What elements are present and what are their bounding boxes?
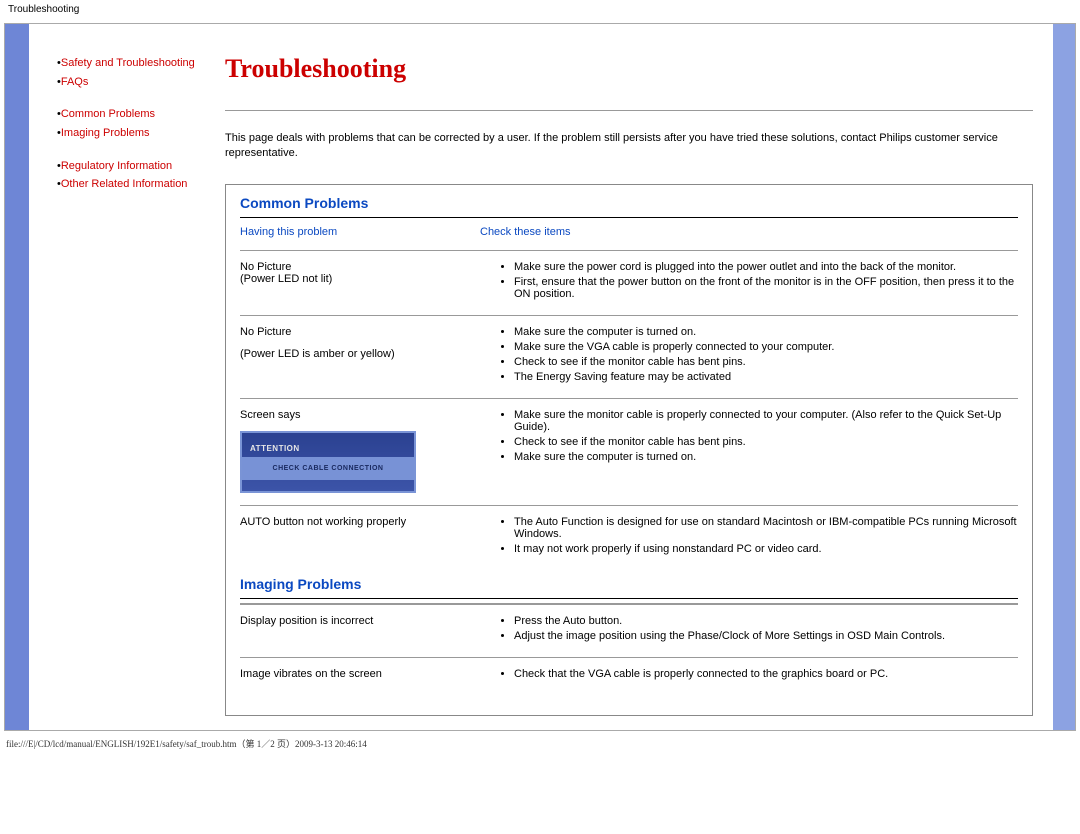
sidebar-item-faqs[interactable]: •FAQs (57, 73, 217, 92)
problem-line: (Power LED is amber or yellow) (240, 348, 480, 360)
table-row: No Picture (Power LED is amber or yellow… (240, 315, 1018, 398)
browser-tab-title: Troubleshooting (0, 0, 1080, 19)
right-accent-stripe (1053, 24, 1075, 730)
check-item: Make sure the power cord is plugged into… (514, 261, 1018, 273)
problem-line: (Power LED not lit) (240, 273, 480, 285)
imaging-heading: Imaging Problems (240, 576, 1018, 592)
sidebar-group-1: •Safety and Troubleshooting •FAQs (57, 54, 217, 91)
col-header-problem: Having this problem (240, 226, 480, 238)
checks-cell: Check that the VGA cable is properly con… (480, 668, 1018, 683)
content-area: •Safety and Troubleshooting •FAQs •Commo… (29, 24, 1053, 730)
title-rule (225, 110, 1033, 111)
col-header-checks: Check these items (480, 226, 1018, 238)
check-item: Make sure the VGA cable is properly conn… (514, 341, 1018, 353)
left-accent-stripe (5, 24, 29, 730)
problem-cell: Screen says ATTENTION CHECK CABLE CONNEC… (240, 409, 480, 493)
problem-cell: Display position is incorrect (240, 615, 480, 645)
check-item: Check to see if the monitor cable has be… (514, 356, 1018, 368)
table-row: No Picture (Power LED not lit) Make sure… (240, 250, 1018, 315)
table-row: Display position is incorrect Press the … (240, 604, 1018, 657)
check-item: First, ensure that the power button on t… (514, 276, 1018, 300)
table-row: Image vibrates on the screen Check that … (240, 657, 1018, 695)
check-item: Check to see if the monitor cable has be… (514, 436, 1018, 448)
table-header-row: Having this problem Check these items (240, 222, 1018, 250)
spacer (240, 338, 480, 348)
sidebar-nav: •Safety and Troubleshooting •FAQs •Commo… (57, 54, 225, 730)
checks-cell: Make sure the power cord is plugged into… (480, 261, 1018, 303)
problem-line: No Picture (240, 261, 480, 273)
problem-line: Display position is incorrect (240, 615, 480, 627)
common-heading: Common Problems (240, 195, 1018, 211)
table-row: AUTO button not working properly The Aut… (240, 505, 1018, 570)
problem-cell: No Picture (Power LED is amber or yellow… (240, 326, 480, 386)
imaging-rule (240, 598, 1018, 599)
sidebar-item-safety[interactable]: •Safety and Troubleshooting (57, 54, 217, 73)
problem-line: No Picture (240, 326, 480, 338)
sidebar-item-imaging[interactable]: •Imaging Problems (57, 124, 217, 143)
page-frame: •Safety and Troubleshooting •FAQs •Commo… (4, 23, 1076, 731)
problem-line: Screen says (240, 409, 480, 421)
check-item: Make sure the monitor cable is properly … (514, 409, 1018, 433)
sidebar-item-other[interactable]: •Other Related Information (57, 175, 217, 194)
problem-cell: Image vibrates on the screen (240, 668, 480, 683)
common-rule (240, 217, 1018, 218)
sidebar-item-regulatory[interactable]: •Regulatory Information (57, 157, 217, 176)
check-item: The Energy Saving feature may be activat… (514, 371, 1018, 383)
check-item: Adjust the image position using the Phas… (514, 630, 1018, 642)
footer-file-path: file:///E|/CD/lcd/manual/ENGLISH/192E1/s… (0, 735, 1080, 752)
page-title: Troubleshooting (225, 54, 1033, 84)
checks-cell: The Auto Function is designed for use on… (480, 516, 1018, 558)
check-item: Check that the VGA cable is properly con… (514, 668, 1018, 680)
check-item: The Auto Function is designed for use on… (514, 516, 1018, 540)
attention-message: CHECK CABLE CONNECTION (242, 457, 414, 480)
problem-cell: AUTO button not working properly (240, 516, 480, 558)
checks-cell: Make sure the computer is turned on. Mak… (480, 326, 1018, 386)
checks-cell: Make sure the monitor cable is properly … (480, 409, 1018, 493)
check-item: Make sure the computer is turned on. (514, 451, 1018, 463)
sidebar-group-3: •Regulatory Information •Other Related I… (57, 157, 217, 194)
problem-line: Image vibrates on the screen (240, 668, 480, 680)
attention-graphic: ATTENTION CHECK CABLE CONNECTION (240, 431, 416, 493)
check-item: Press the Auto button. (514, 615, 1018, 627)
sidebar-group-2: •Common Problems •Imaging Problems (57, 105, 217, 142)
check-item: It may not work properly if using nonsta… (514, 543, 1018, 555)
main-content: Troubleshooting This page deals with pro… (225, 54, 1053, 730)
checks-cell: Press the Auto button. Adjust the image … (480, 615, 1018, 645)
attention-label: ATTENTION (242, 444, 414, 457)
intro-text: This page deals with problems that can b… (225, 131, 1033, 162)
problem-cell: No Picture (Power LED not lit) (240, 261, 480, 303)
problem-line: AUTO button not working properly (240, 516, 480, 528)
table-row: Screen says ATTENTION CHECK CABLE CONNEC… (240, 398, 1018, 505)
check-item: Make sure the computer is turned on. (514, 326, 1018, 338)
common-problems-box: Common Problems Having this problem Chec… (225, 184, 1033, 716)
sidebar-item-common[interactable]: •Common Problems (57, 105, 217, 124)
